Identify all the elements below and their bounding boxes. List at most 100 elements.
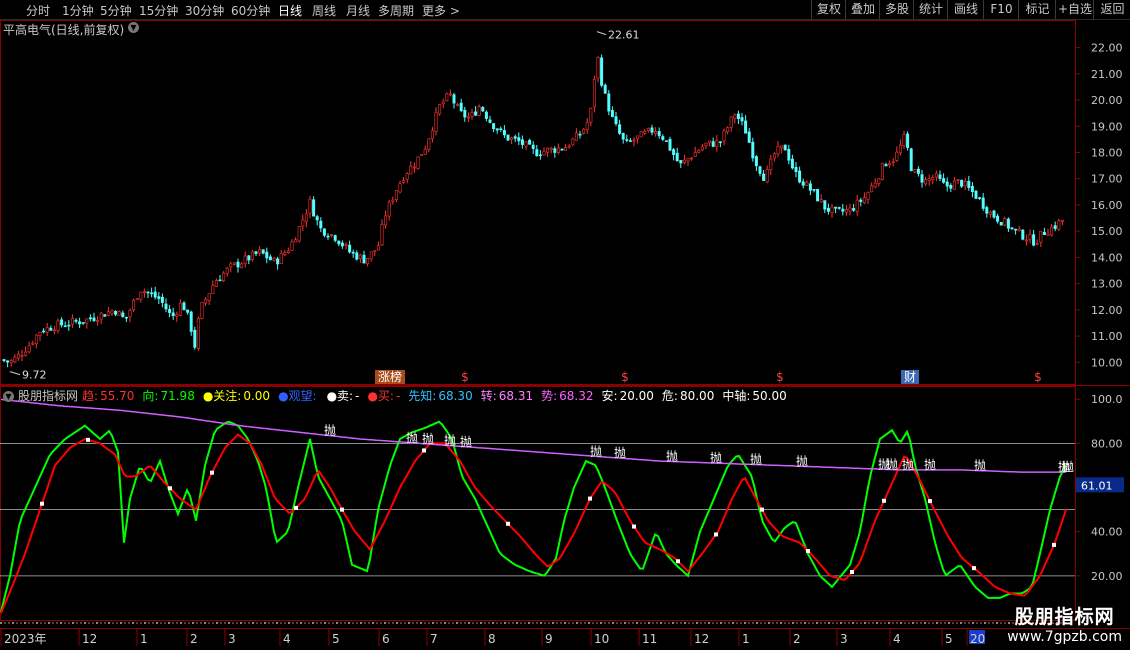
date-dot — [456, 622, 458, 624]
price-tick-label: 16.00 — [1091, 199, 1123, 212]
sell-marker: 抛 — [902, 457, 914, 472]
candle-body — [657, 131, 661, 136]
candle-body — [258, 249, 262, 254]
date-dot — [36, 622, 38, 624]
date-dot — [856, 622, 858, 624]
candle-body — [790, 158, 794, 169]
indicator-name[interactable]: 股朋指标网 — [18, 389, 78, 403]
candle-body — [78, 321, 82, 325]
candle-body — [1024, 239, 1028, 242]
chart-canvas: 22.619.72 22.0021.0020.0019.0018.0017.00… — [0, 20, 1130, 650]
date-dot — [652, 622, 654, 624]
candle-body — [1006, 218, 1010, 229]
legend-item-11: 中轴: 50.00 — [722, 389, 790, 403]
candle-body — [297, 226, 301, 242]
date-dot — [204, 622, 206, 624]
date-dot — [552, 622, 554, 624]
date-dot — [896, 622, 898, 624]
signal-dot — [972, 566, 976, 571]
date-dot — [512, 622, 514, 624]
date-dot — [500, 622, 502, 624]
date-dot — [840, 622, 842, 624]
candle-body — [855, 199, 859, 212]
candle-body — [31, 342, 35, 345]
candle-body — [960, 179, 964, 187]
candle-body — [164, 303, 168, 310]
candle-body — [772, 153, 776, 159]
date-dot — [668, 622, 670, 624]
date-dot — [212, 622, 214, 624]
date-dot — [876, 622, 878, 624]
candle-body — [189, 311, 193, 332]
date-dot — [0, 622, 2, 624]
candle-body — [427, 138, 431, 150]
date-dot — [820, 622, 822, 624]
date-dot — [8, 622, 10, 624]
candle-body — [1050, 226, 1054, 236]
candle-body — [438, 104, 442, 115]
date-dot — [292, 622, 294, 624]
candle-body — [888, 163, 892, 166]
candle-body — [920, 174, 924, 183]
signal-dot — [506, 521, 510, 526]
date-dot — [824, 622, 826, 624]
candle-body — [121, 312, 125, 318]
legend-name: ●买: — [367, 389, 394, 403]
ind-tick-label: 80.00 — [1091, 437, 1123, 450]
watermark-title: 股朋指标网 — [1014, 606, 1115, 628]
price-tick-label: 17.00 — [1091, 173, 1123, 186]
main-border — [0, 20, 1076, 385]
date-dot — [332, 622, 334, 624]
candle-body — [204, 298, 208, 304]
candle-body — [751, 141, 755, 159]
date-dot — [264, 622, 266, 624]
date-dot — [732, 622, 734, 624]
date-dot — [372, 622, 374, 624]
legend-item-10: 危: 80.00 — [662, 389, 718, 403]
date-dot — [376, 622, 378, 624]
candle-body — [1057, 220, 1061, 230]
candle-body — [106, 311, 110, 316]
candle-body — [416, 156, 420, 169]
candle-body — [823, 200, 827, 210]
date-dot — [940, 622, 942, 624]
candle-body — [524, 141, 528, 147]
date-dot — [184, 622, 186, 624]
date-dot — [872, 622, 874, 624]
candle-body — [240, 263, 244, 268]
candle-body — [1021, 229, 1025, 240]
date-dot — [636, 622, 638, 624]
date-dot — [560, 622, 562, 624]
signal-dot — [676, 559, 680, 564]
candle-body — [434, 112, 438, 132]
date-dot — [932, 622, 934, 624]
date-label: 3 — [228, 632, 236, 646]
legend-item-9: 安: 20.00 — [602, 389, 658, 403]
sell-marker: 抛 — [666, 448, 678, 463]
date-dot — [348, 622, 350, 624]
candle-body — [286, 250, 290, 253]
candle-body — [88, 317, 92, 320]
settings-icon[interactable]: ▼ — [3, 391, 14, 402]
date-dot — [364, 622, 366, 624]
candle-body — [196, 318, 200, 349]
date-dot — [48, 622, 50, 624]
date-dot — [788, 622, 790, 624]
date-dot — [532, 622, 534, 624]
date-dot — [16, 622, 18, 624]
candle-body — [373, 250, 377, 252]
price-tick-label: 20.00 — [1091, 94, 1123, 107]
date-dot — [812, 622, 814, 624]
candle-body — [538, 154, 542, 157]
date-dot — [996, 622, 998, 624]
date-dot — [484, 622, 486, 624]
candle-body — [157, 296, 161, 300]
candle-body — [175, 313, 179, 317]
candle-body — [646, 127, 650, 132]
candle-body — [92, 317, 96, 321]
date-dot — [248, 622, 250, 624]
candle-body — [535, 149, 539, 157]
candle-body — [733, 114, 737, 119]
date-dot — [716, 622, 718, 624]
indicator-frame — [0, 386, 1076, 621]
